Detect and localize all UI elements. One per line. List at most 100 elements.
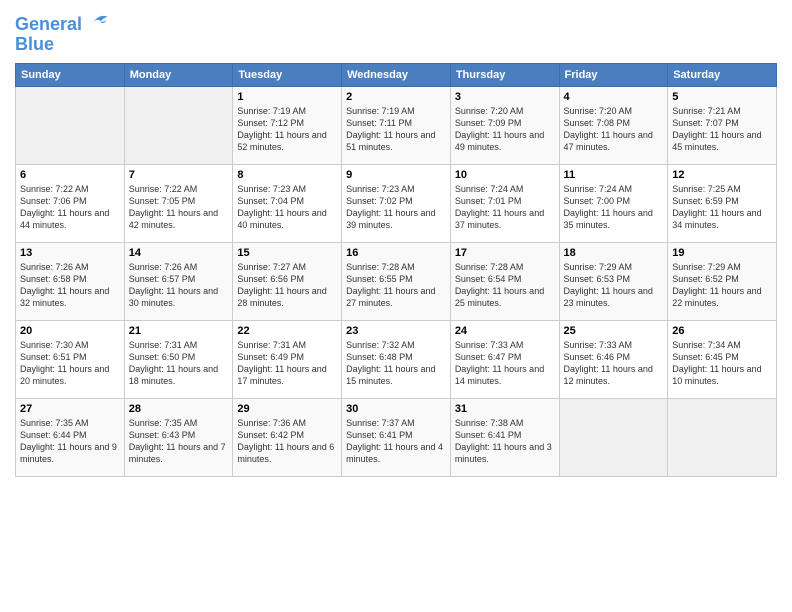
day-cell: 9 Sunrise: 7:23 AMSunset: 7:02 PMDaylight… [342, 164, 451, 242]
day-cell: 31 Sunrise: 7:38 AMSunset: 6:41 PMDayligh… [450, 398, 559, 476]
day-info: Sunrise: 7:29 AMSunset: 6:52 PMDaylight:… [672, 261, 772, 310]
day-number: 2 [346, 91, 446, 103]
day-info: Sunrise: 7:34 AMSunset: 6:45 PMDaylight:… [672, 339, 772, 388]
day-cell: 13Sunrise: 7:26 AMSunset: 6:58 PMDayligh… [16, 242, 125, 320]
col-header-thursday: Thursday [450, 63, 559, 86]
day-number: 28 [129, 403, 229, 415]
day-info: Sunrise: 7:32 AMSunset: 6:48 PMDaylight:… [346, 339, 446, 388]
day-info: Sunrise: 7:28 AMSunset: 6:55 PMDaylight:… [346, 261, 446, 310]
day-cell [559, 398, 668, 476]
day-info: Sunrise: 7:20 AMSunset: 7:09 PMDaylight:… [455, 105, 555, 154]
day-info: Sunrise: 7:35 AMSunset: 6:43 PMDaylight:… [129, 417, 229, 466]
calendar-table: SundayMondayTuesdayWednesdayThursdayFrid… [15, 63, 777, 477]
day-cell: 29 Sunrise: 7:36 AMSunset: 6:42 PMDayligh… [233, 398, 342, 476]
day-number: 9 [346, 169, 446, 181]
day-number: 12 [672, 169, 772, 181]
day-number: 7 [129, 169, 229, 181]
day-info: Sunrise: 7:26 AMSunset: 6:58 PMDaylight:… [20, 261, 120, 310]
day-info: Sunrise: 7:27 AMSunset: 6:56 PMDaylight:… [237, 261, 337, 310]
header: General Blue [15, 10, 777, 55]
day-number: 4 [564, 91, 664, 103]
day-cell: 21 Sunrise: 7:31 AMSunset: 6:50 PMDayligh… [124, 320, 233, 398]
day-cell: 26Sunrise: 7:34 AMSunset: 6:45 PMDayligh… [668, 320, 777, 398]
col-header-sunday: Sunday [16, 63, 125, 86]
day-info: Sunrise: 7:38 AMSunset: 6:41 PMDaylight:… [455, 417, 555, 466]
day-number: 24 [455, 325, 555, 337]
day-info: Sunrise: 7:24 AMSunset: 7:01 PMDaylight:… [455, 183, 555, 232]
day-cell [16, 86, 125, 164]
day-cell: 5 Sunrise: 7:21 AMSunset: 7:07 PMDaylight… [668, 86, 777, 164]
day-info: Sunrise: 7:33 AMSunset: 6:46 PMDaylight:… [564, 339, 664, 388]
day-cell: 23 Sunrise: 7:32 AMSunset: 6:48 PMDayligh… [342, 320, 451, 398]
day-info: Sunrise: 7:19 AMSunset: 7:11 PMDaylight:… [346, 105, 446, 154]
day-number: 15 [237, 247, 337, 259]
day-number: 27 [20, 403, 120, 415]
day-info: Sunrise: 7:20 AMSunset: 7:08 PMDaylight:… [564, 105, 664, 154]
day-info: Sunrise: 7:22 AMSunset: 7:05 PMDaylight:… [129, 183, 229, 232]
day-number: 22 [237, 325, 337, 337]
day-number: 20 [20, 325, 120, 337]
col-header-monday: Monday [124, 63, 233, 86]
day-info: Sunrise: 7:35 AMSunset: 6:44 PMDaylight:… [20, 417, 120, 466]
col-header-wednesday: Wednesday [342, 63, 451, 86]
day-info: Sunrise: 7:37 AMSunset: 6:41 PMDaylight:… [346, 417, 446, 466]
day-number: 19 [672, 247, 772, 259]
day-info: Sunrise: 7:31 AMSunset: 6:50 PMDaylight:… [129, 339, 229, 388]
day-info: Sunrise: 7:29 AMSunset: 6:53 PMDaylight:… [564, 261, 664, 310]
col-header-tuesday: Tuesday [233, 63, 342, 86]
day-cell: 15 Sunrise: 7:27 AMSunset: 6:56 PMDayligh… [233, 242, 342, 320]
day-number: 16 [346, 247, 446, 259]
page: General Blue SundayMondayTuesdayWednesda… [0, 0, 792, 612]
day-cell: 1 Sunrise: 7:19 AMSunset: 7:12 PMDaylight… [233, 86, 342, 164]
col-header-saturday: Saturday [668, 63, 777, 86]
day-info: Sunrise: 7:23 AMSunset: 7:02 PMDaylight:… [346, 183, 446, 232]
day-cell: 6Sunrise: 7:22 AMSunset: 7:06 PMDaylight… [16, 164, 125, 242]
day-cell: 10Sunrise: 7:24 AMSunset: 7:01 PMDayligh… [450, 164, 559, 242]
day-cell: 17Sunrise: 7:28 AMSunset: 6:54 PMDayligh… [450, 242, 559, 320]
day-number: 5 [672, 91, 772, 103]
day-number: 23 [346, 325, 446, 337]
day-info: Sunrise: 7:25 AMSunset: 6:59 PMDaylight:… [672, 183, 772, 232]
logo-bird-icon [89, 10, 109, 30]
day-info: Sunrise: 7:31 AMSunset: 6:49 PMDaylight:… [237, 339, 337, 388]
header-row: SundayMondayTuesdayWednesdayThursdayFrid… [16, 63, 777, 86]
day-cell: 3 Sunrise: 7:20 AMSunset: 7:09 PMDaylight… [450, 86, 559, 164]
day-number: 11 [564, 169, 664, 181]
week-row-2: 6Sunrise: 7:22 AMSunset: 7:06 PMDaylight… [16, 164, 777, 242]
calendar-body: 1 Sunrise: 7:19 AMSunset: 7:12 PMDaylight… [16, 86, 777, 476]
day-info: Sunrise: 7:36 AMSunset: 6:42 PMDaylight:… [237, 417, 337, 466]
day-info: Sunrise: 7:33 AMSunset: 6:47 PMDaylight:… [455, 339, 555, 388]
day-cell: 2 Sunrise: 7:19 AMSunset: 7:11 PMDaylight… [342, 86, 451, 164]
day-cell: 24 Sunrise: 7:33 AMSunset: 6:47 PMDayligh… [450, 320, 559, 398]
day-cell: 4 Sunrise: 7:20 AMSunset: 7:08 PMDaylight… [559, 86, 668, 164]
day-number: 21 [129, 325, 229, 337]
logo-text: General [15, 10, 109, 35]
day-number: 1 [237, 91, 337, 103]
day-info: Sunrise: 7:24 AMSunset: 7:00 PMDaylight:… [564, 183, 664, 232]
day-info: Sunrise: 7:22 AMSunset: 7:06 PMDaylight:… [20, 183, 120, 232]
col-header-friday: Friday [559, 63, 668, 86]
day-cell: 8Sunrise: 7:23 AMSunset: 7:04 PMDaylight… [233, 164, 342, 242]
logo: General Blue [15, 10, 109, 55]
day-number: 30 [346, 403, 446, 415]
day-cell: 19 Sunrise: 7:29 AMSunset: 6:52 PMDayligh… [668, 242, 777, 320]
day-cell: 12 Sunrise: 7:25 AMSunset: 6:59 PMDayligh… [668, 164, 777, 242]
logo-general: General [15, 14, 82, 34]
day-number: 14 [129, 247, 229, 259]
week-row-4: 20Sunrise: 7:30 AMSunset: 6:51 PMDayligh… [16, 320, 777, 398]
day-cell: 11 Sunrise: 7:24 AMSunset: 7:00 PMDayligh… [559, 164, 668, 242]
logo-blue: Blue [15, 35, 109, 55]
day-number: 29 [237, 403, 337, 415]
week-row-5: 27 Sunrise: 7:35 AMSunset: 6:44 PMDayligh… [16, 398, 777, 476]
day-cell: 7 Sunrise: 7:22 AMSunset: 7:05 PMDaylight… [124, 164, 233, 242]
day-cell: 25Sunrise: 7:33 AMSunset: 6:46 PMDayligh… [559, 320, 668, 398]
day-cell [124, 86, 233, 164]
day-cell: 14Sunrise: 7:26 AMSunset: 6:57 PMDayligh… [124, 242, 233, 320]
day-cell: 20Sunrise: 7:30 AMSunset: 6:51 PMDayligh… [16, 320, 125, 398]
day-info: Sunrise: 7:19 AMSunset: 7:12 PMDaylight:… [237, 105, 337, 154]
day-info: Sunrise: 7:21 AMSunset: 7:07 PMDaylight:… [672, 105, 772, 154]
day-info: Sunrise: 7:23 AMSunset: 7:04 PMDaylight:… [237, 183, 337, 232]
day-cell: 28 Sunrise: 7:35 AMSunset: 6:43 PMDayligh… [124, 398, 233, 476]
day-number: 31 [455, 403, 555, 415]
day-number: 3 [455, 91, 555, 103]
